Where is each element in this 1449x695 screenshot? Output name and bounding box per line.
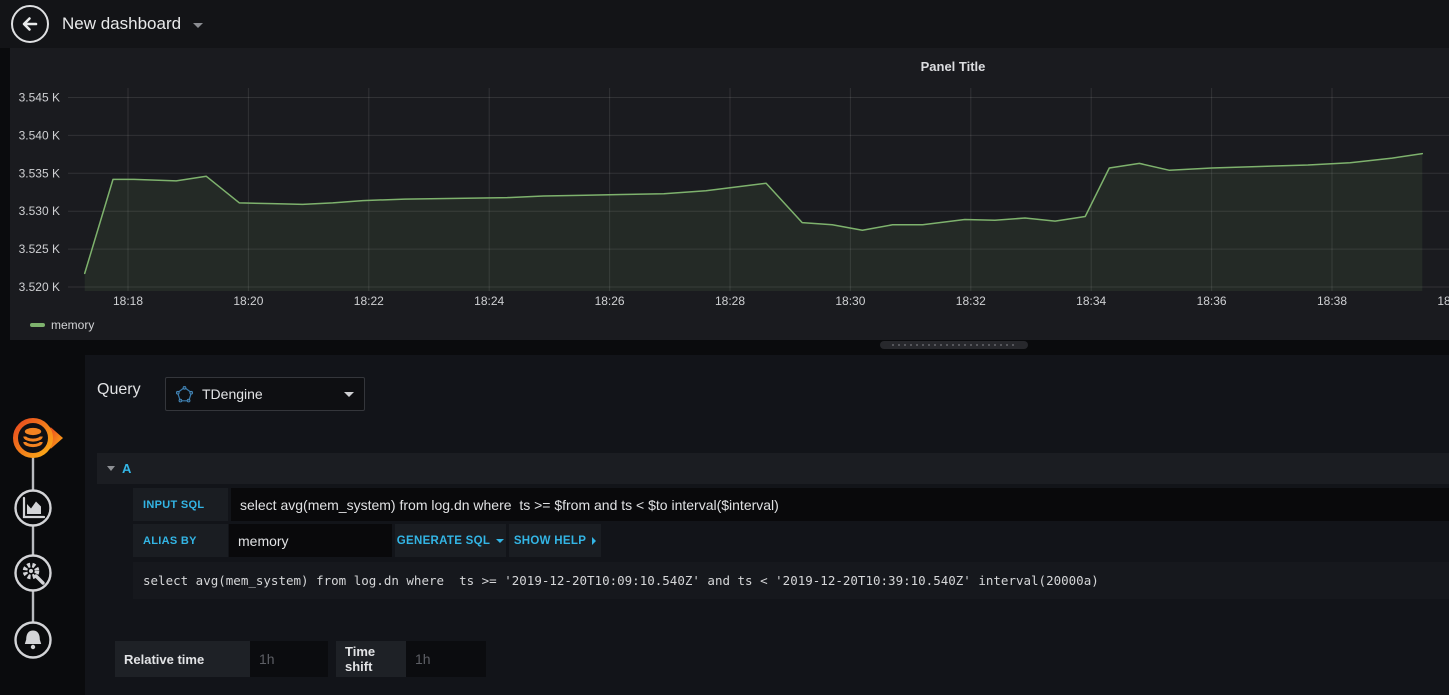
collapse-caret-icon xyxy=(107,466,115,471)
tab-queries[interactable] xyxy=(13,418,64,458)
legend-color-dash xyxy=(30,323,45,327)
x-axis-tick-label: 18:28 xyxy=(715,294,745,308)
panel-editor-tabs xyxy=(13,418,64,659)
chevron-down-icon xyxy=(496,538,505,543)
input-sql-label: INPUT SQL xyxy=(133,488,228,521)
panel-resize-handle[interactable] xyxy=(880,341,1028,349)
datasource-name: TDengine xyxy=(202,386,263,402)
generate-sql-button[interactable]: GENERATE SQL xyxy=(395,524,506,557)
chevron-down-icon xyxy=(344,391,354,397)
series-area xyxy=(84,153,1423,291)
show-help-button[interactable]: SHOW HELP xyxy=(509,524,601,557)
graph-panel: 18:18 18:20 18:22 18:24 18:26 18:28 18:30 18:32… xyxy=(10,48,1449,340)
bell-icon xyxy=(24,630,42,650)
chevron-down-icon[interactable] xyxy=(193,23,203,28)
x-axis-tick-label: 18:22 xyxy=(354,294,384,308)
gear-icon xyxy=(22,562,45,585)
query-editor-section: Query TDengine A INPUT SQL ALIAS BY GENE… xyxy=(85,355,1449,695)
x-axis-tick-label: 18:24 xyxy=(474,294,504,308)
top-navbar: New dashboard xyxy=(0,0,1449,48)
generated-sql-row: select avg(mem_system) from log.dn where… xyxy=(133,562,1449,599)
y-axis-tick-label: 3.520 K xyxy=(19,280,60,294)
tab-general[interactable] xyxy=(14,554,52,592)
relative-time-label: Relative time xyxy=(115,641,250,677)
y-axis-tick-label: 3.540 K xyxy=(19,128,60,142)
x-axis-tick-label: 18:34 xyxy=(1076,294,1106,308)
drag-dots-icon xyxy=(892,344,1016,346)
query-ref-collapse-row[interactable]: A xyxy=(97,453,1449,484)
back-button[interactable] xyxy=(11,5,49,43)
timeseries-chart[interactable]: 18:18 18:20 18:22 18:24 18:26 18:28 18:30 18:32… xyxy=(10,48,1449,340)
generated-sql-text: select avg(mem_system) from log.dn where… xyxy=(143,573,1099,588)
y-axis-tick-label: 3.530 K xyxy=(19,204,60,218)
tab-alert[interactable] xyxy=(14,621,52,659)
x-axis-tick-label: 18:20 xyxy=(233,294,263,308)
tab-visualization[interactable] xyxy=(14,489,52,527)
x-axis-tick-label: 18:26 xyxy=(595,294,625,308)
x-axis-tick-label: 18:32 xyxy=(956,294,986,308)
arrow-left-icon xyxy=(22,17,38,31)
time-shift-input[interactable] xyxy=(406,641,486,677)
legend-series-label: memory xyxy=(51,318,95,332)
alias-by-field[interactable] xyxy=(229,524,392,557)
dashboard-title[interactable]: New dashboard xyxy=(62,0,181,48)
panel-title[interactable]: Panel Title xyxy=(921,59,986,74)
chevron-right-icon xyxy=(592,536,597,545)
x-axis-tick-label: 18:30 xyxy=(835,294,865,308)
y-axis-tick-label: 3.525 K xyxy=(19,242,60,256)
query-ref-letter: A xyxy=(122,461,132,476)
alias-by-label: ALIAS BY xyxy=(133,524,228,557)
x-axis-tick-label: 18:40 xyxy=(1437,294,1449,308)
x-axis-tick-label: 18:18 xyxy=(113,294,143,308)
legend-item-memory[interactable]: memory xyxy=(30,318,94,332)
tdengine-logo-icon xyxy=(176,385,193,402)
graph-icon xyxy=(22,496,46,519)
y-axis-tick-label: 3.545 K xyxy=(19,91,60,105)
time-shift-label: Time shift xyxy=(336,641,406,677)
query-section-title: Query xyxy=(97,381,141,398)
input-sql-field[interactable] xyxy=(231,488,1449,521)
y-axis-tick-label: 3.535 K xyxy=(19,166,60,180)
x-axis-tick-label: 18:36 xyxy=(1197,294,1227,308)
wrench-icon xyxy=(34,574,45,585)
relative-time-input[interactable] xyxy=(250,641,328,677)
x-axis-tick-label: 18:38 xyxy=(1317,294,1347,308)
datasource-picker[interactable]: TDengine xyxy=(165,377,365,411)
